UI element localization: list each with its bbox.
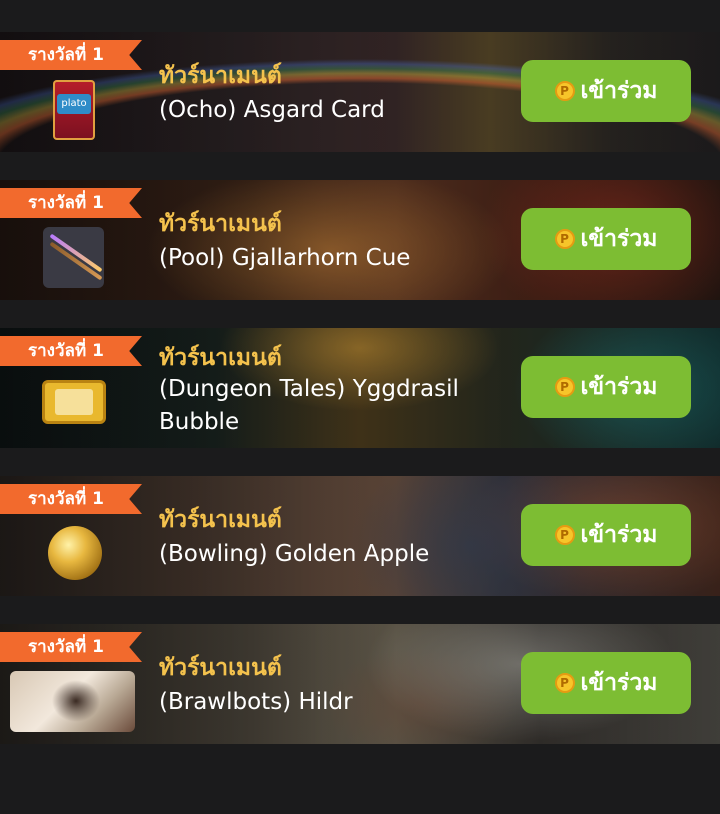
tournament-card[interactable]: รางวัลที่ 1 plato ทัวร์นาเมนต์ (Ocho) As… — [0, 32, 720, 152]
join-button[interactable]: P เข้าร่วม — [521, 504, 691, 566]
coin-icon: P — [554, 673, 575, 693]
join-button[interactable]: P เข้าร่วม — [521, 60, 691, 122]
coin-icon: P — [554, 81, 575, 101]
join-button-label: เข้าร่วม — [580, 78, 658, 104]
tournament-title: ทัวร์นาเมนต์ — [159, 655, 282, 681]
prize-ribbon: รางวัลที่ 1 — [0, 484, 142, 514]
plato-logo-text: plato — [57, 94, 91, 114]
tournament-title: ทัวร์นาเมนต์ — [159, 507, 282, 533]
join-button[interactable]: P เข้าร่วม — [521, 652, 691, 714]
join-button[interactable]: P เข้าร่วม — [521, 356, 691, 418]
tournament-name: (Bowling) Golden Apple — [159, 541, 430, 567]
tournament-name: (Pool) Gjallarhorn Cue — [159, 245, 411, 271]
coin-icon: P — [554, 525, 575, 545]
join-button-label: เข้าร่วม — [580, 226, 658, 252]
tournament-card[interactable]: รางวัลที่ 1 ทัวร์นาเมนต์ (Brawlbots) Hil… — [0, 624, 720, 744]
join-button-label: เข้าร่วม — [580, 670, 658, 696]
tournament-card[interactable]: รางวัลที่ 1 ทัวร์นาเมนต์ (Bowling) Golde… — [0, 476, 720, 596]
coin-icon: P — [554, 229, 575, 249]
prize-ribbon: รางวัลที่ 1 — [0, 336, 142, 366]
join-button[interactable]: P เข้าร่วม — [521, 208, 691, 270]
tournament-title: ทัวร์นาเมนต์ — [159, 345, 282, 371]
prize-ribbon: รางวัลที่ 1 — [0, 188, 142, 218]
tournament-name: (Ocho) Asgard Card — [159, 97, 385, 123]
join-button-label: เข้าร่วม — [580, 522, 658, 548]
tournament-title: ทัวร์นาเมนต์ — [159, 211, 282, 237]
tournament-name: (Dungeon Tales) Yggdrasil Bubble — [159, 376, 459, 435]
hildr-portrait-icon — [10, 671, 135, 732]
tournament-list: รางวัลที่ 1 plato ทัวร์นาเมนต์ (Ocho) As… — [0, 0, 720, 814]
coin-icon: P — [554, 377, 575, 397]
tournament-card[interactable]: รางวัลที่ 1 ทัวร์นาเมนต์ (Pool) Gjallarh… — [0, 180, 720, 300]
tournament-card[interactable]: รางวัลที่ 1 ทัวร์นาเมนต์ (Dungeon Tales)… — [0, 328, 720, 448]
prize-ribbon: รางวัลที่ 1 — [0, 632, 142, 662]
tournament-name: (Brawlbots) Hildr — [159, 689, 353, 715]
golden-apple-icon — [48, 526, 102, 580]
prize-ribbon: รางวัลที่ 1 — [0, 40, 142, 70]
tournament-title: ทัวร์นาเมนต์ — [159, 63, 282, 89]
plato-card-icon: plato — [53, 80, 95, 140]
join-button-label: เข้าร่วม — [580, 374, 658, 400]
golden-scroll-icon — [42, 380, 106, 424]
pool-cue-icon — [43, 227, 104, 288]
